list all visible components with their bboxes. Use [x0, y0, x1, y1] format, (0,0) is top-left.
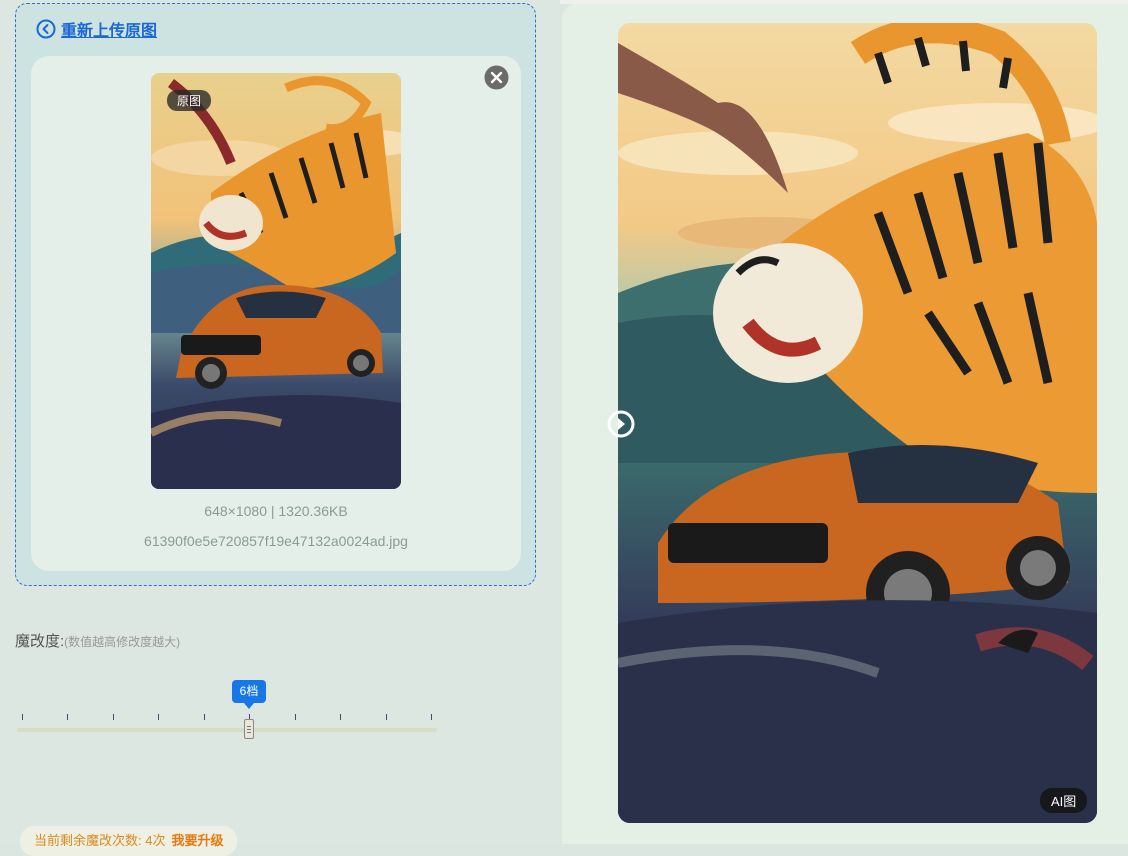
slider-tick [340, 714, 341, 720]
reupload-label: 重新上传原图 [61, 23, 158, 40]
reupload-button[interactable]: 重新上传原图 [36, 18, 157, 40]
slider-tick [386, 714, 387, 720]
image-filename: 61390f0e5e720857f19e47132a0024ad.jpg [144, 533, 408, 549]
upgrade-link[interactable]: 我要升级 [171, 833, 223, 848]
slider-tooltip-arrow [244, 703, 254, 709]
degree-label: 魔改度:(数值越高修改度越大) [15, 630, 180, 651]
slider-tick [22, 714, 23, 720]
slider-tick [204, 714, 205, 720]
ai-result-image[interactable] [618, 23, 1097, 823]
remaining-uses-text: 当前剩余魔改次数: 4次 [34, 833, 166, 848]
slider-tick [431, 714, 432, 720]
close-icon[interactable] [484, 65, 509, 90]
slider-tick [158, 714, 159, 720]
original-badge: 原图 [167, 90, 212, 111]
degree-title: 魔改度: [15, 633, 65, 650]
slider-handle[interactable] [244, 719, 254, 739]
ai-badge: AI图 [1040, 788, 1088, 813]
original-image-thumbnail[interactable] [151, 73, 401, 489]
remaining-uses-banner: 当前剩余魔改次数: 4次 我要升级 [20, 826, 238, 856]
degree-slider[interactable]: 6档 [17, 676, 437, 746]
degree-hint: (数值越高修改度越大) [64, 635, 181, 649]
slider-tick [113, 714, 114, 720]
back-circle-icon [36, 19, 56, 39]
slider-tick [67, 714, 68, 720]
image-dimensions-size: 648×1080 | 1320.36KB [204, 503, 348, 519]
compare-slider-icon[interactable] [606, 406, 636, 442]
slider-tick [295, 714, 296, 720]
slider-value-tooltip: 6档 [232, 680, 266, 703]
slider-track[interactable] [17, 728, 437, 732]
